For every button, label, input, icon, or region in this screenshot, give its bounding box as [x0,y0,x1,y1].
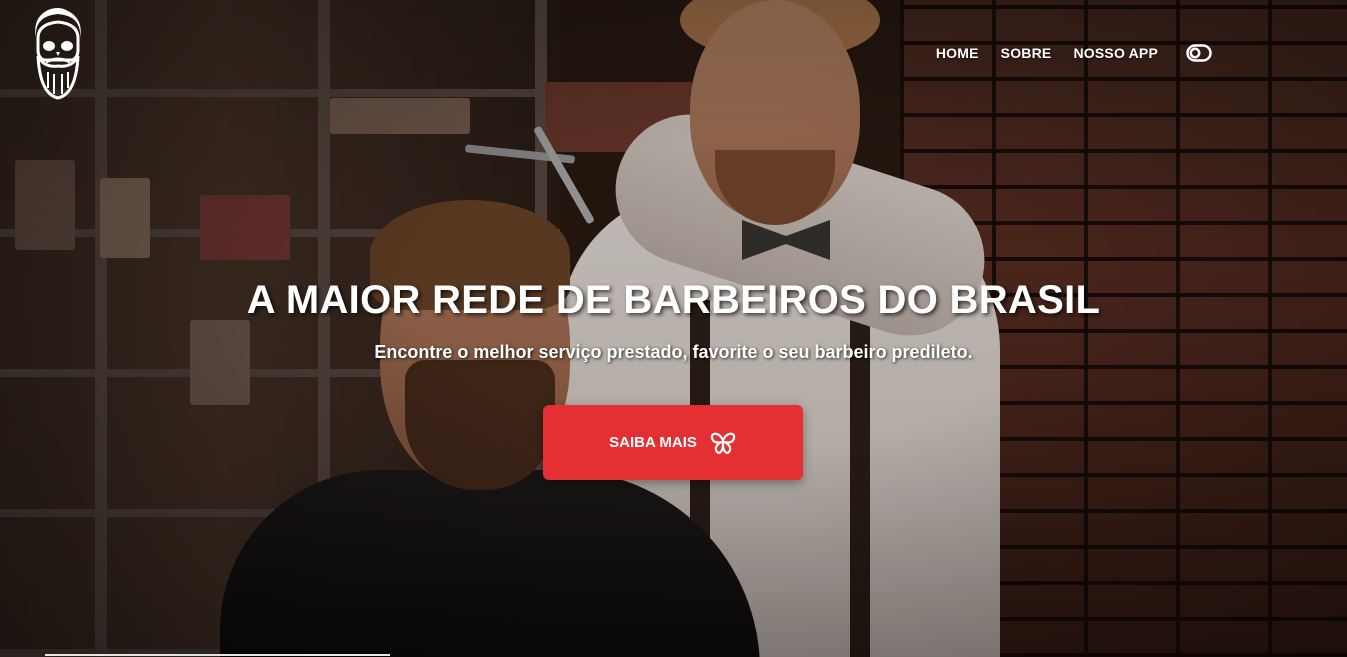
bottom-divider [45,654,390,656]
butterfly-icon [710,432,735,454]
nav-nosso-app-link[interactable]: NOSSO APP [1073,45,1158,61]
nav-sobre-link[interactable]: SOBRE [1001,45,1052,61]
hero-subtitle: Encontre o melhor serviço prestado, favo… [374,342,973,362]
cta-label: SAIBA MAIS [609,434,697,451]
main-nav: HOME SOBRE NOSSO APP [936,44,1212,62]
hero-background-photo [0,0,1347,657]
hero-title: A MAIOR REDE DE BARBEIROS DO BRASIL [246,278,1101,322]
nav-home-link[interactable]: HOME [936,45,979,61]
toggle-icon[interactable] [1186,44,1212,62]
photo-vignette [0,0,1347,657]
hero-section: HOME SOBRE NOSSO APP A MAIOR REDE DE BAR… [0,0,1347,657]
bearded-skull-icon[interactable] [26,8,90,100]
saiba-mais-button[interactable]: SAIBA MAIS [543,405,803,480]
